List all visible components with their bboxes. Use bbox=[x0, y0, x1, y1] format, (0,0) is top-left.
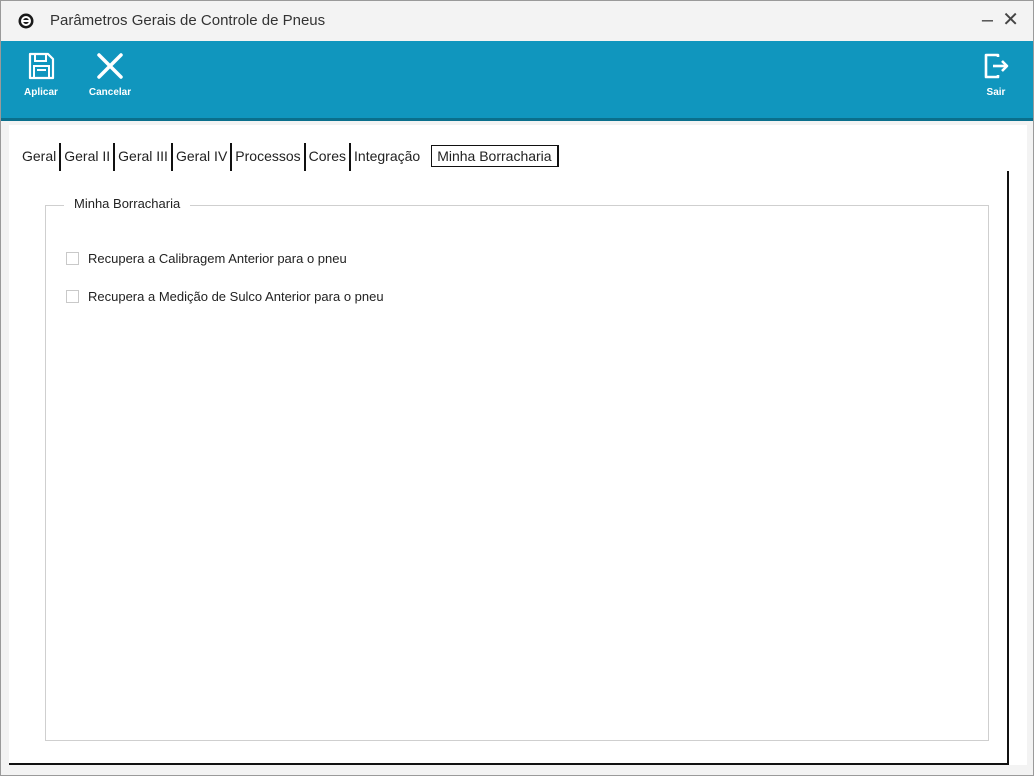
tab-strip: Geral Geral II Geral III Geral IV Proces… bbox=[19, 143, 559, 173]
close-window-button[interactable]: ✕ bbox=[1002, 5, 1019, 35]
tab-geral-iii[interactable]: Geral III bbox=[115, 143, 173, 171]
recupera-calibragem-checkbox[interactable]: Recupera a Calibragem Anterior para o pn… bbox=[66, 251, 347, 266]
app-window: Parâmetros Gerais de Controle de Pneus –… bbox=[0, 0, 1034, 776]
minha-borracharia-group: Minha Borracharia Recupera a Calibragem … bbox=[45, 196, 989, 741]
tab-integracao[interactable]: Integração bbox=[351, 143, 423, 171]
cancel-button[interactable]: Cancelar bbox=[85, 51, 135, 98]
window-title: Parâmetros Gerais de Controle de Pneus bbox=[50, 12, 326, 29]
checkbox-box[interactable] bbox=[66, 252, 79, 265]
cancel-label: Cancelar bbox=[88, 87, 132, 98]
content-area: Geral Geral II Geral III Geral IV Proces… bbox=[9, 125, 1027, 765]
app-logo-icon bbox=[18, 13, 34, 29]
exit-button[interactable]: Sair bbox=[981, 51, 1011, 98]
checkbox-label: Recupera a Medição de Sulco Anterior par… bbox=[88, 289, 384, 304]
toolbar: Aplicar Cancelar Sair bbox=[1, 41, 1033, 121]
recupera-medicao-sulco-checkbox[interactable]: Recupera a Medição de Sulco Anterior par… bbox=[66, 289, 384, 304]
exit-label: Sair bbox=[986, 87, 1006, 98]
minimize-button[interactable]: – bbox=[982, 5, 993, 35]
close-x-icon bbox=[97, 53, 123, 79]
tab-processos[interactable]: Processos bbox=[232, 143, 306, 171]
tab-geral-ii[interactable]: Geral II bbox=[61, 143, 116, 171]
checkbox-box[interactable] bbox=[66, 290, 79, 303]
group-title: Minha Borracharia bbox=[64, 196, 191, 211]
title-bar: Parâmetros Gerais de Controle de Pneus –… bbox=[1, 1, 1033, 41]
apply-label: Aplicar bbox=[24, 87, 58, 98]
save-icon bbox=[28, 52, 55, 80]
apply-button[interactable]: Aplicar bbox=[21, 51, 61, 98]
exit-icon bbox=[984, 53, 1009, 79]
tab-cores[interactable]: Cores bbox=[306, 143, 352, 171]
tab-geral-iv[interactable]: Geral IV bbox=[173, 143, 233, 171]
checkbox-label: Recupera a Calibragem Anterior para o pn… bbox=[88, 251, 347, 266]
tab-minha-borracharia[interactable]: Minha Borracharia bbox=[431, 145, 559, 167]
tab-geral[interactable]: Geral bbox=[19, 143, 62, 171]
